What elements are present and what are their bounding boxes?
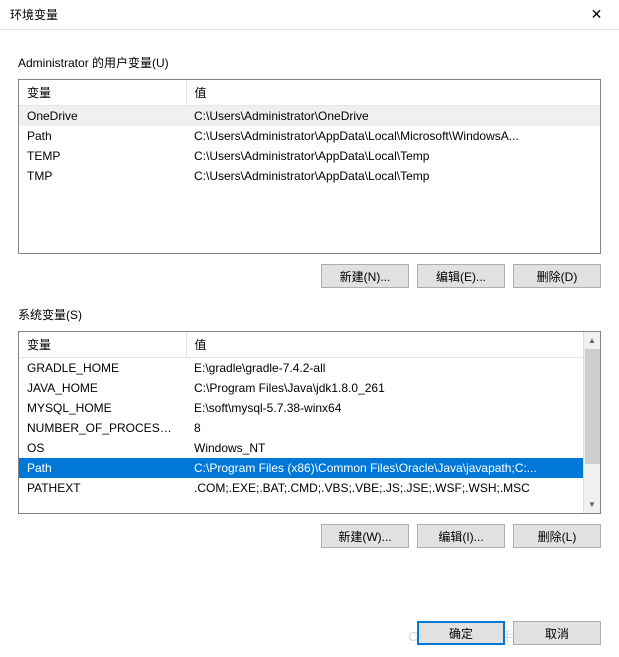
table-row[interactable]: MYSQL_HOMEE:\soft\mysql-5.7.38-winx64 [19, 398, 583, 418]
var-name-cell: TEMP [19, 146, 186, 166]
var-name-cell: Path [19, 458, 186, 478]
table-row[interactable]: GRADLE_HOMEE:\gradle\gradle-7.4.2-all [19, 358, 583, 379]
table-row[interactable]: PathC:\Program Files (x86)\Common Files\… [19, 458, 583, 478]
cancel-button[interactable]: 取消 [513, 621, 601, 645]
var-value-cell: C:\Users\Administrator\AppData\Local\Tem… [186, 146, 600, 166]
scroll-up-icon[interactable]: ▲ [584, 332, 600, 349]
user-edit-button[interactable]: 编辑(E)... [417, 264, 505, 288]
var-value-cell: E:\soft\mysql-5.7.38-winx64 [186, 398, 583, 418]
user-new-button[interactable]: 新建(N)... [321, 264, 409, 288]
system-buttons: 新建(W)... 编辑(I)... 删除(L) [18, 524, 601, 548]
scroll-down-icon[interactable]: ▼ [584, 496, 600, 513]
user-vars-table[interactable]: 变量 值 OneDriveC:\Users\Administrator\OneD… [18, 79, 601, 254]
user-buttons: 新建(N)... 编辑(E)... 删除(D) [18, 264, 601, 288]
system-scrollbar[interactable]: ▲ ▼ [583, 332, 600, 513]
dialog-content: Administrator 的用户变量(U) 变量 值 OneDriveC:\U… [0, 30, 619, 578]
var-name-cell: OneDrive [19, 106, 186, 127]
var-name-cell: PATHEXT [19, 478, 186, 498]
var-value-cell: E:\gradle\gradle-7.4.2-all [186, 358, 583, 379]
sys-new-button[interactable]: 新建(W)... [321, 524, 409, 548]
sys-delete-button[interactable]: 删除(L) [513, 524, 601, 548]
sys-header-value[interactable]: 值 [186, 332, 583, 358]
var-value-cell: .COM;.EXE;.BAT;.CMD;.VBS;.VBE;.JS;.JSE;.… [186, 478, 583, 498]
titlebar: 环境变量 ✕ [0, 0, 619, 30]
var-value-cell: Windows_NT [186, 438, 583, 458]
table-row[interactable]: JAVA_HOMEC:\Program Files\Java\jdk1.8.0_… [19, 378, 583, 398]
table-row[interactable]: PathC:\Users\Administrator\AppData\Local… [19, 126, 600, 146]
table-row[interactable]: OneDriveC:\Users\Administrator\OneDrive [19, 106, 600, 127]
user-header-value[interactable]: 值 [186, 80, 600, 106]
dialog-footer: 确定 取消 [0, 609, 619, 657]
var-name-cell: OS [19, 438, 186, 458]
table-row[interactable]: PATHEXT.COM;.EXE;.BAT;.CMD;.VBS;.VBE;.JS… [19, 478, 583, 498]
sys-edit-button[interactable]: 编辑(I)... [417, 524, 505, 548]
sys-header-variable[interactable]: 变量 [19, 332, 186, 358]
table-row[interactable]: TMPC:\Users\Administrator\AppData\Local\… [19, 166, 600, 186]
window-title: 环境变量 [10, 6, 58, 23]
var-value-cell: C:\Users\Administrator\AppData\Local\Mic… [186, 126, 600, 146]
var-value-cell: C:\Users\Administrator\AppData\Local\Tem… [186, 166, 600, 186]
user-delete-button[interactable]: 删除(D) [513, 264, 601, 288]
user-vars-label: Administrator 的用户变量(U) [18, 54, 601, 71]
var-name-cell: Path [19, 126, 186, 146]
var-value-cell: C:\Users\Administrator\OneDrive [186, 106, 600, 127]
ok-button[interactable]: 确定 [417, 621, 505, 645]
user-header-variable[interactable]: 变量 [19, 80, 186, 106]
scroll-thumb[interactable] [585, 349, 600, 464]
var-name-cell: JAVA_HOME [19, 378, 186, 398]
var-value-cell: C:\Program Files (x86)\Common Files\Orac… [186, 458, 583, 478]
var-name-cell: TMP [19, 166, 186, 186]
var-name-cell: NUMBER_OF_PROCESSORS [19, 418, 186, 438]
close-icon: ✕ [591, 6, 603, 23]
var-value-cell: C:\Program Files\Java\jdk1.8.0_261 [186, 378, 583, 398]
table-row[interactable]: OSWindows_NT [19, 438, 583, 458]
var-name-cell: GRADLE_HOME [19, 358, 186, 379]
close-button[interactable]: ✕ [574, 0, 619, 30]
var-name-cell: MYSQL_HOME [19, 398, 186, 418]
system-vars-table[interactable]: 变量 值 GRADLE_HOMEE:\gradle\gradle-7.4.2-a… [18, 331, 601, 514]
var-value-cell: 8 [186, 418, 583, 438]
table-row[interactable]: NUMBER_OF_PROCESSORS8 [19, 418, 583, 438]
table-row[interactable]: TEMPC:\Users\Administrator\AppData\Local… [19, 146, 600, 166]
system-vars-label: 系统变量(S) [18, 306, 601, 323]
